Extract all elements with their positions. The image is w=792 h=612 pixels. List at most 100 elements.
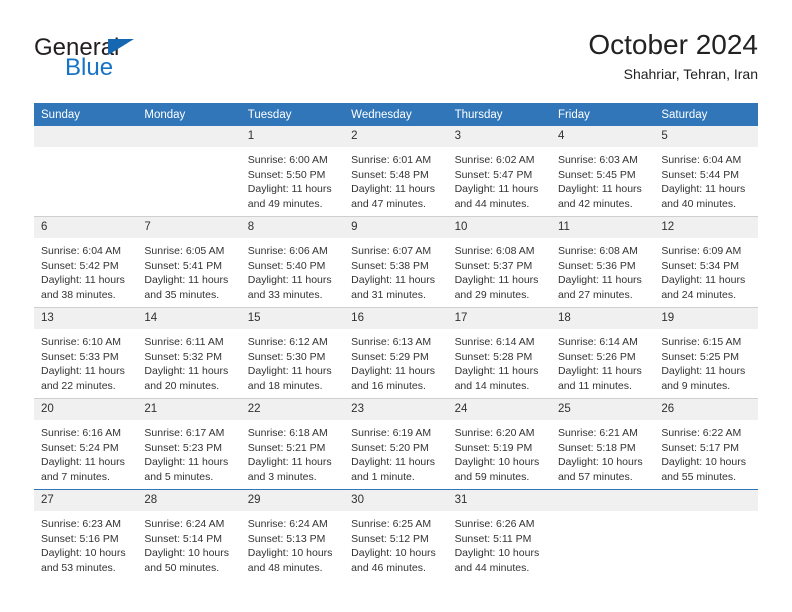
- day-cell[interactable]: 16 Sunrise: 6:13 AM Sunset: 5:29 PM Dayl…: [344, 307, 448, 399]
- daylight-text: Daylight: 10 hours and 46 minutes.: [351, 547, 436, 574]
- daylight-text: Daylight: 11 hours and 31 minutes.: [351, 274, 436, 301]
- day-number: 26: [654, 399, 758, 420]
- day-details: [551, 511, 654, 575]
- day-details: Sunrise: 6:24 AM Sunset: 5:13 PM Dayligh…: [241, 511, 344, 575]
- sunset-text: Sunset: 5:17 PM: [661, 441, 739, 454]
- day-number: 8: [240, 217, 345, 238]
- day-cell[interactable]: [550, 489, 655, 580]
- day-cell[interactable]: 19 Sunrise: 6:15 AM Sunset: 5:25 PM Dayl…: [654, 307, 758, 399]
- logo-triangle-icon: [108, 39, 134, 55]
- weekday-header-wednesday: Wednesday: [344, 103, 448, 126]
- sunrise-text: Sunrise: 6:07 AM: [351, 245, 432, 257]
- sunset-text: Sunset: 5:42 PM: [41, 259, 119, 272]
- sunset-text: Sunset: 5:29 PM: [351, 350, 429, 363]
- day-number: 10: [447, 217, 551, 238]
- day-cell[interactable]: 15 Sunrise: 6:12 AM Sunset: 5:30 PM Dayl…: [240, 307, 345, 399]
- day-cell[interactable]: 29 Sunrise: 6:24 AM Sunset: 5:13 PM Dayl…: [240, 489, 345, 580]
- sunset-text: Sunset: 5:32 PM: [144, 350, 223, 363]
- daylight-text: Daylight: 11 hours and 42 minutes.: [557, 183, 642, 210]
- day-cell[interactable]: 17 Sunrise: 6:14 AM Sunset: 5:28 PM Dayl…: [447, 307, 551, 399]
- sunrise-text: Sunrise: 6:14 AM: [454, 336, 535, 348]
- day-number: 13: [34, 308, 138, 329]
- day-cell[interactable]: 14 Sunrise: 6:11 AM Sunset: 5:32 PM Dayl…: [137, 307, 241, 399]
- day-cell[interactable]: 10 Sunrise: 6:08 AM Sunset: 5:37 PM Dayl…: [447, 216, 551, 308]
- day-cell[interactable]: 5 Sunrise: 6:04 AM Sunset: 5:44 PM Dayli…: [654, 126, 758, 217]
- sunrise-text: Sunrise: 6:02 AM: [454, 154, 535, 166]
- day-number: 29: [240, 490, 345, 511]
- day-cell[interactable]: 7 Sunrise: 6:05 AM Sunset: 5:41 PM Dayli…: [137, 216, 241, 308]
- title-block: October 2024 Shahriar, Tehran, Iran: [588, 28, 758, 84]
- weekday-header-monday: Monday: [137, 103, 241, 126]
- day-number: [34, 126, 138, 147]
- day-number: 23: [344, 399, 448, 420]
- day-cell[interactable]: 27 Sunrise: 6:23 AM Sunset: 5:16 PM Dayl…: [34, 489, 138, 580]
- day-details: Sunrise: 6:21 AM Sunset: 5:18 PM Dayligh…: [551, 420, 654, 484]
- sunset-text: Sunset: 5:30 PM: [247, 350, 326, 363]
- day-cell[interactable]: 12 Sunrise: 6:09 AM Sunset: 5:34 PM Dayl…: [654, 216, 758, 308]
- day-cell[interactable]: 8 Sunrise: 6:06 AM Sunset: 5:40 PM Dayli…: [240, 216, 345, 308]
- sunrise-text: Sunrise: 6:01 AM: [351, 154, 432, 166]
- sunrise-text: Sunrise: 6:22 AM: [661, 427, 742, 439]
- day-number: 7: [137, 217, 241, 238]
- day-cell[interactable]: 1 Sunrise: 6:00 AM Sunset: 5:50 PM Dayli…: [240, 126, 345, 217]
- daylight-text: Daylight: 11 hours and 22 minutes.: [41, 365, 125, 392]
- day-cell[interactable]: [137, 126, 241, 217]
- sunrise-text: Sunrise: 6:04 AM: [41, 245, 121, 257]
- day-cell[interactable]: 20 Sunrise: 6:16 AM Sunset: 5:24 PM Dayl…: [34, 398, 138, 490]
- sunrise-text: Sunrise: 6:23 AM: [41, 518, 121, 530]
- day-cell[interactable]: 6 Sunrise: 6:04 AM Sunset: 5:42 PM Dayli…: [34, 216, 138, 308]
- day-cell[interactable]: 31 Sunrise: 6:26 AM Sunset: 5:11 PM Dayl…: [447, 489, 551, 580]
- day-cell[interactable]: 28 Sunrise: 6:24 AM Sunset: 5:14 PM Dayl…: [137, 489, 241, 580]
- day-cell[interactable]: 22 Sunrise: 6:18 AM Sunset: 5:21 PM Dayl…: [240, 398, 345, 490]
- sunset-text: Sunset: 5:11 PM: [454, 532, 532, 545]
- daylight-text: Daylight: 11 hours and 18 minutes.: [247, 365, 332, 392]
- day-details: Sunrise: 6:08 AM Sunset: 5:36 PM Dayligh…: [551, 238, 654, 302]
- daylight-text: Daylight: 11 hours and 24 minutes.: [661, 274, 746, 301]
- day-details: Sunrise: 6:15 AM Sunset: 5:25 PM Dayligh…: [654, 329, 758, 393]
- sunset-text: Sunset: 5:33 PM: [41, 350, 119, 363]
- day-cell[interactable]: 24 Sunrise: 6:20 AM Sunset: 5:19 PM Dayl…: [447, 398, 551, 490]
- day-details: Sunrise: 6:12 AM Sunset: 5:30 PM Dayligh…: [241, 329, 344, 393]
- weekday-header-row: Sunday Monday Tuesday Wednesday Thursday…: [34, 103, 758, 126]
- calendar-page: General Blue October 2024 Shahriar, Tehr…: [0, 0, 792, 612]
- day-cell[interactable]: 2 Sunrise: 6:01 AM Sunset: 5:48 PM Dayli…: [344, 126, 448, 217]
- day-cell[interactable]: [34, 126, 138, 217]
- day-cell[interactable]: 11 Sunrise: 6:08 AM Sunset: 5:36 PM Dayl…: [550, 216, 655, 308]
- day-details: Sunrise: 6:08 AM Sunset: 5:37 PM Dayligh…: [448, 238, 551, 302]
- daylight-text: Daylight: 10 hours and 48 minutes.: [247, 547, 333, 574]
- calendar-week-row: 6 Sunrise: 6:04 AM Sunset: 5:42 PM Dayli…: [34, 216, 758, 308]
- day-number: 1: [240, 126, 345, 147]
- sunset-text: Sunset: 5:45 PM: [557, 168, 636, 181]
- sunrise-text: Sunrise: 6:15 AM: [661, 336, 742, 348]
- sunset-text: Sunset: 5:40 PM: [247, 259, 326, 272]
- day-details: Sunrise: 6:10 AM Sunset: 5:33 PM Dayligh…: [34, 329, 137, 393]
- daylight-text: Daylight: 10 hours and 55 minutes.: [661, 456, 746, 483]
- daylight-text: Daylight: 11 hours and 7 minutes.: [41, 456, 125, 483]
- day-cell[interactable]: [654, 489, 758, 580]
- day-details: Sunrise: 6:05 AM Sunset: 5:41 PM Dayligh…: [137, 238, 240, 302]
- day-cell[interactable]: 26 Sunrise: 6:22 AM Sunset: 5:17 PM Dayl…: [654, 398, 758, 490]
- day-cell[interactable]: 18 Sunrise: 6:14 AM Sunset: 5:26 PM Dayl…: [550, 307, 655, 399]
- calendar-week-row: 27 Sunrise: 6:23 AM Sunset: 5:16 PM Dayl…: [34, 489, 758, 580]
- day-details: [654, 511, 758, 575]
- sunrise-text: Sunrise: 6:25 AM: [351, 518, 432, 530]
- day-cell[interactable]: 9 Sunrise: 6:07 AM Sunset: 5:38 PM Dayli…: [344, 216, 448, 308]
- sunrise-text: Sunrise: 6:12 AM: [247, 336, 328, 348]
- day-number: 11: [550, 217, 655, 238]
- sunset-text: Sunset: 5:14 PM: [144, 532, 223, 545]
- daylight-text: Daylight: 10 hours and 53 minutes.: [41, 547, 126, 574]
- day-cell[interactable]: 30 Sunrise: 6:25 AM Sunset: 5:12 PM Dayl…: [344, 489, 448, 580]
- daylight-text: Daylight: 11 hours and 16 minutes.: [351, 365, 436, 392]
- day-cell[interactable]: 21 Sunrise: 6:17 AM Sunset: 5:23 PM Dayl…: [137, 398, 241, 490]
- day-cell[interactable]: 23 Sunrise: 6:19 AM Sunset: 5:20 PM Dayl…: [344, 398, 448, 490]
- sunset-text: Sunset: 5:34 PM: [661, 259, 739, 272]
- day-number: 14: [137, 308, 241, 329]
- sunrise-text: Sunrise: 6:14 AM: [557, 336, 638, 348]
- sunrise-text: Sunrise: 6:08 AM: [557, 245, 638, 257]
- sunset-text: Sunset: 5:44 PM: [661, 168, 739, 181]
- day-cell[interactable]: 13 Sunrise: 6:10 AM Sunset: 5:33 PM Dayl…: [34, 307, 138, 399]
- day-cell[interactable]: 25 Sunrise: 6:21 AM Sunset: 5:18 PM Dayl…: [550, 398, 655, 490]
- day-cell[interactable]: 4 Sunrise: 6:03 AM Sunset: 5:45 PM Dayli…: [550, 126, 655, 217]
- day-cell[interactable]: 3 Sunrise: 6:02 AM Sunset: 5:47 PM Dayli…: [447, 126, 551, 217]
- day-details: Sunrise: 6:07 AM Sunset: 5:38 PM Dayligh…: [344, 238, 447, 302]
